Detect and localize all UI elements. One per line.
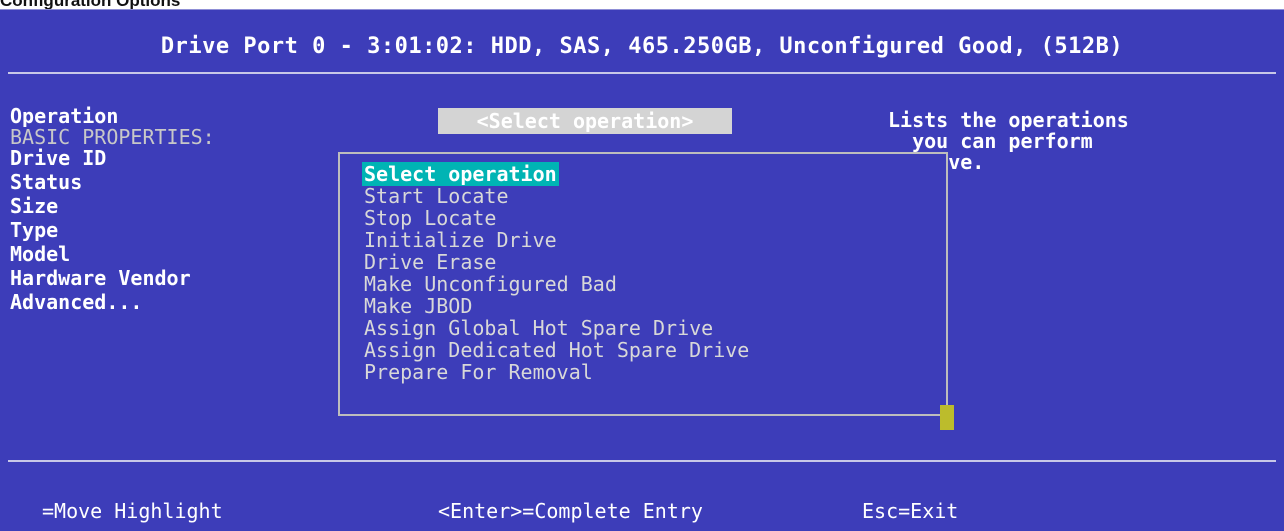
dropdown-option[interactable]: Assign Dedicated Hot Spare Drive bbox=[362, 338, 751, 362]
field-label-status: Status bbox=[10, 170, 83, 194]
page-heading-fragment: Configuration Options bbox=[0, 0, 181, 10]
dropdown-option[interactable]: Prepare For Removal bbox=[362, 360, 595, 384]
screen: Configuration Options Drive Port 0 - 3:0… bbox=[0, 0, 1284, 531]
field-label-type: Type bbox=[10, 218, 59, 242]
dropdown-option[interactable]: Start Locate bbox=[362, 184, 511, 208]
bios-setup-window: Drive Port 0 - 3:01:02: HDD, SAS, 465.25… bbox=[0, 9, 1284, 531]
dropdown-option[interactable]: Stop Locate bbox=[362, 206, 498, 230]
dropdown-option[interactable]: Make Unconfigured Bad bbox=[362, 272, 619, 296]
footer-exit: Esc=Exit bbox=[862, 499, 959, 523]
field-label-advanced[interactable]: Advanced... bbox=[10, 290, 142, 314]
field-label-drive-id: Drive ID bbox=[10, 146, 107, 170]
bottom-divider bbox=[8, 460, 1276, 462]
field-label-size: Size bbox=[10, 194, 59, 218]
scrollbar-thumb[interactable] bbox=[940, 405, 954, 430]
footer-move-highlight: =Move Highlight bbox=[42, 499, 223, 523]
dropdown-option[interactable]: Assign Global Hot Spare Drive bbox=[362, 316, 715, 340]
operation-dropdown-list: Select operation Start Locate Stop Locate I… bbox=[338, 152, 948, 416]
dropdown-option[interactable]: Initialize Drive bbox=[362, 228, 559, 252]
field-label-model: Model bbox=[10, 242, 71, 266]
window-title: Drive Port 0 - 3:01:02: HDD, SAS, 465.25… bbox=[160, 34, 1124, 59]
operation-select[interactable]: <Select operation> bbox=[438, 108, 732, 134]
dropdown-option[interactable]: Make JBOD bbox=[362, 294, 474, 318]
top-divider bbox=[8, 72, 1276, 74]
footer-complete-entry: <Enter>=Complete Entry bbox=[438, 499, 703, 523]
dropdown-option[interactable]: Drive Erase bbox=[362, 250, 498, 274]
dropdown-option[interactable]: Select operation bbox=[362, 162, 559, 186]
field-label-hardware-vendor: Hardware Vendor bbox=[10, 266, 191, 290]
